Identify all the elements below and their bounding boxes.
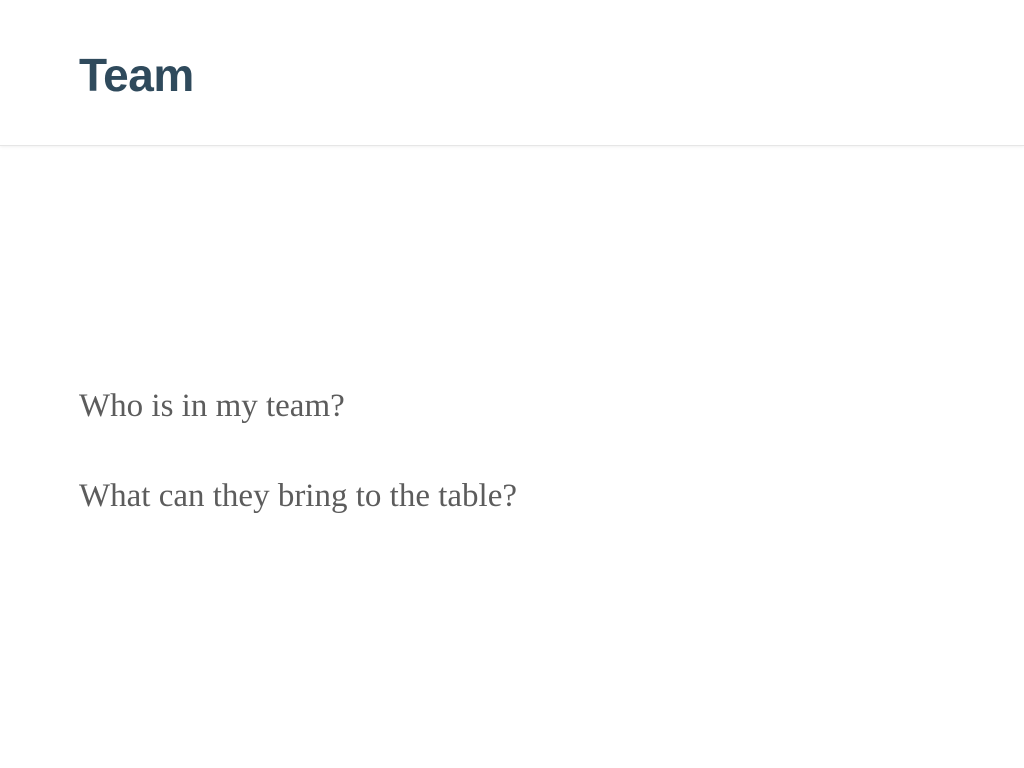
body-line-team-members: Who is in my team? <box>79 388 345 424</box>
slide-body: Who is in my team? What can they bring t… <box>79 384 939 518</box>
body-line-team-contributions: What can they bring to the table? <box>79 478 517 514</box>
slide-header: Team <box>0 0 1024 146</box>
slide-title: Team <box>79 49 194 101</box>
